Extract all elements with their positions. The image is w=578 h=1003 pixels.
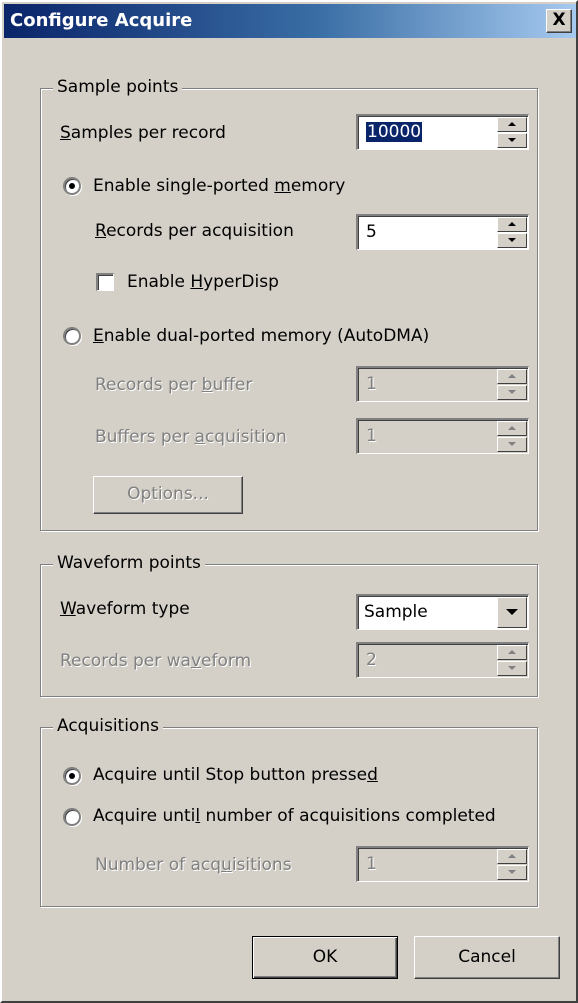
arrow-up-icon (508, 374, 516, 378)
buffers-per-acquisition-spinner: 1 (356, 418, 529, 454)
samples-per-record-spinner[interactable]: 10000 (356, 114, 529, 150)
acquire-until-number-radio[interactable] (63, 808, 81, 826)
chevron-down-icon[interactable] (497, 597, 527, 628)
options-button: Options... (93, 476, 243, 514)
number-of-acquisitions-spinner: 1 (356, 846, 529, 882)
acquisitions-group: Acquisitions Acquire until Stop button p… (40, 716, 538, 907)
single-ported-radio[interactable] (63, 177, 81, 195)
records-per-acquisition-spinner[interactable]: 5 (356, 214, 529, 250)
single-ported-label[interactable]: Enable single-ported memory (93, 176, 345, 196)
dialog-title: Configure Acquire (10, 10, 193, 31)
arrow-up-icon (508, 854, 516, 858)
records-per-buffer-label: Records per buffer (95, 375, 253, 395)
records-per-buffer-spinner: 1 (356, 366, 529, 402)
sample-points-legend: Sample points (53, 77, 183, 97)
spin-down-button (497, 661, 527, 676)
number-of-acquisitions-label: Number of acquisitions (95, 855, 292, 875)
arrow-up-icon (508, 122, 516, 126)
arrow-down-icon (508, 870, 516, 874)
arrow-down-icon (508, 238, 516, 242)
spin-up-button[interactable] (497, 217, 527, 232)
arrow-down-icon (508, 442, 516, 446)
buffers-per-acquisition-value: 1 (366, 426, 377, 446)
records-per-waveform-spinner: 2 (356, 642, 529, 678)
dual-ported-radio[interactable] (63, 327, 81, 345)
records-per-waveform-value: 2 (366, 650, 377, 670)
arrow-up-icon (508, 650, 516, 654)
records-per-acquisition-value[interactable]: 5 (366, 222, 377, 242)
arrow-down-icon (508, 666, 516, 670)
waveform-points-legend: Waveform points (53, 553, 205, 573)
ok-button[interactable]: OK (252, 936, 398, 979)
spin-down-button[interactable] (497, 233, 527, 248)
waveform-type-label: Waveform type (60, 599, 190, 619)
arrow-down-icon (508, 138, 516, 142)
arrow-up-icon (508, 222, 516, 226)
spin-up-button (497, 421, 527, 436)
spin-up-button (497, 645, 527, 660)
spin-up-button (497, 369, 527, 384)
spin-down-button (497, 865, 527, 880)
samples-per-record-value[interactable]: 10000 (366, 122, 423, 142)
samples-per-record-label: Samples per record (60, 123, 226, 143)
configure-acquire-dialog: Configure Acquire X Sample points Sample… (0, 0, 578, 1003)
records-per-waveform-label: Records per waveform (60, 651, 252, 671)
buffers-per-acquisition-label: Buffers per acquisition (95, 427, 287, 447)
waveform-type-select[interactable]: Sample (356, 594, 529, 630)
records-per-buffer-value: 1 (366, 374, 377, 394)
acquire-until-stop-label[interactable]: Acquire until Stop button pressed (93, 765, 378, 785)
close-button[interactable]: X (546, 9, 572, 33)
spin-up-button[interactable] (497, 117, 527, 132)
spin-down-button (497, 437, 527, 452)
acquisitions-legend: Acquisitions (53, 716, 163, 736)
records-per-acquisition-label: Records per acquisition (95, 221, 294, 241)
spin-up-button (497, 849, 527, 864)
hyperdisp-label[interactable]: Enable HyperDisp (127, 272, 279, 292)
acquire-until-number-label[interactable]: Acquire until number of acquisitions com… (93, 806, 496, 826)
waveform-type-value: Sample (364, 602, 428, 622)
waveform-points-group: Waveform points Waveform type Sample Rec… (40, 553, 538, 697)
arrow-down-icon (508, 390, 516, 394)
title-bar[interactable]: Configure Acquire X (4, 4, 576, 38)
acquire-until-stop-radio[interactable] (63, 767, 81, 785)
dual-ported-label[interactable]: Enable dual-ported memory (AutoDMA) (93, 326, 429, 346)
arrow-up-icon (508, 426, 516, 430)
sample-points-group: Sample points Samples per record 10000 E… (40, 77, 538, 531)
close-icon: X (552, 10, 566, 30)
spin-down-button (497, 385, 527, 400)
cancel-button[interactable]: Cancel (414, 936, 560, 979)
number-of-acquisitions-value: 1 (366, 854, 377, 874)
spin-down-button[interactable] (497, 133, 527, 148)
hyperdisp-checkbox[interactable] (96, 273, 114, 291)
